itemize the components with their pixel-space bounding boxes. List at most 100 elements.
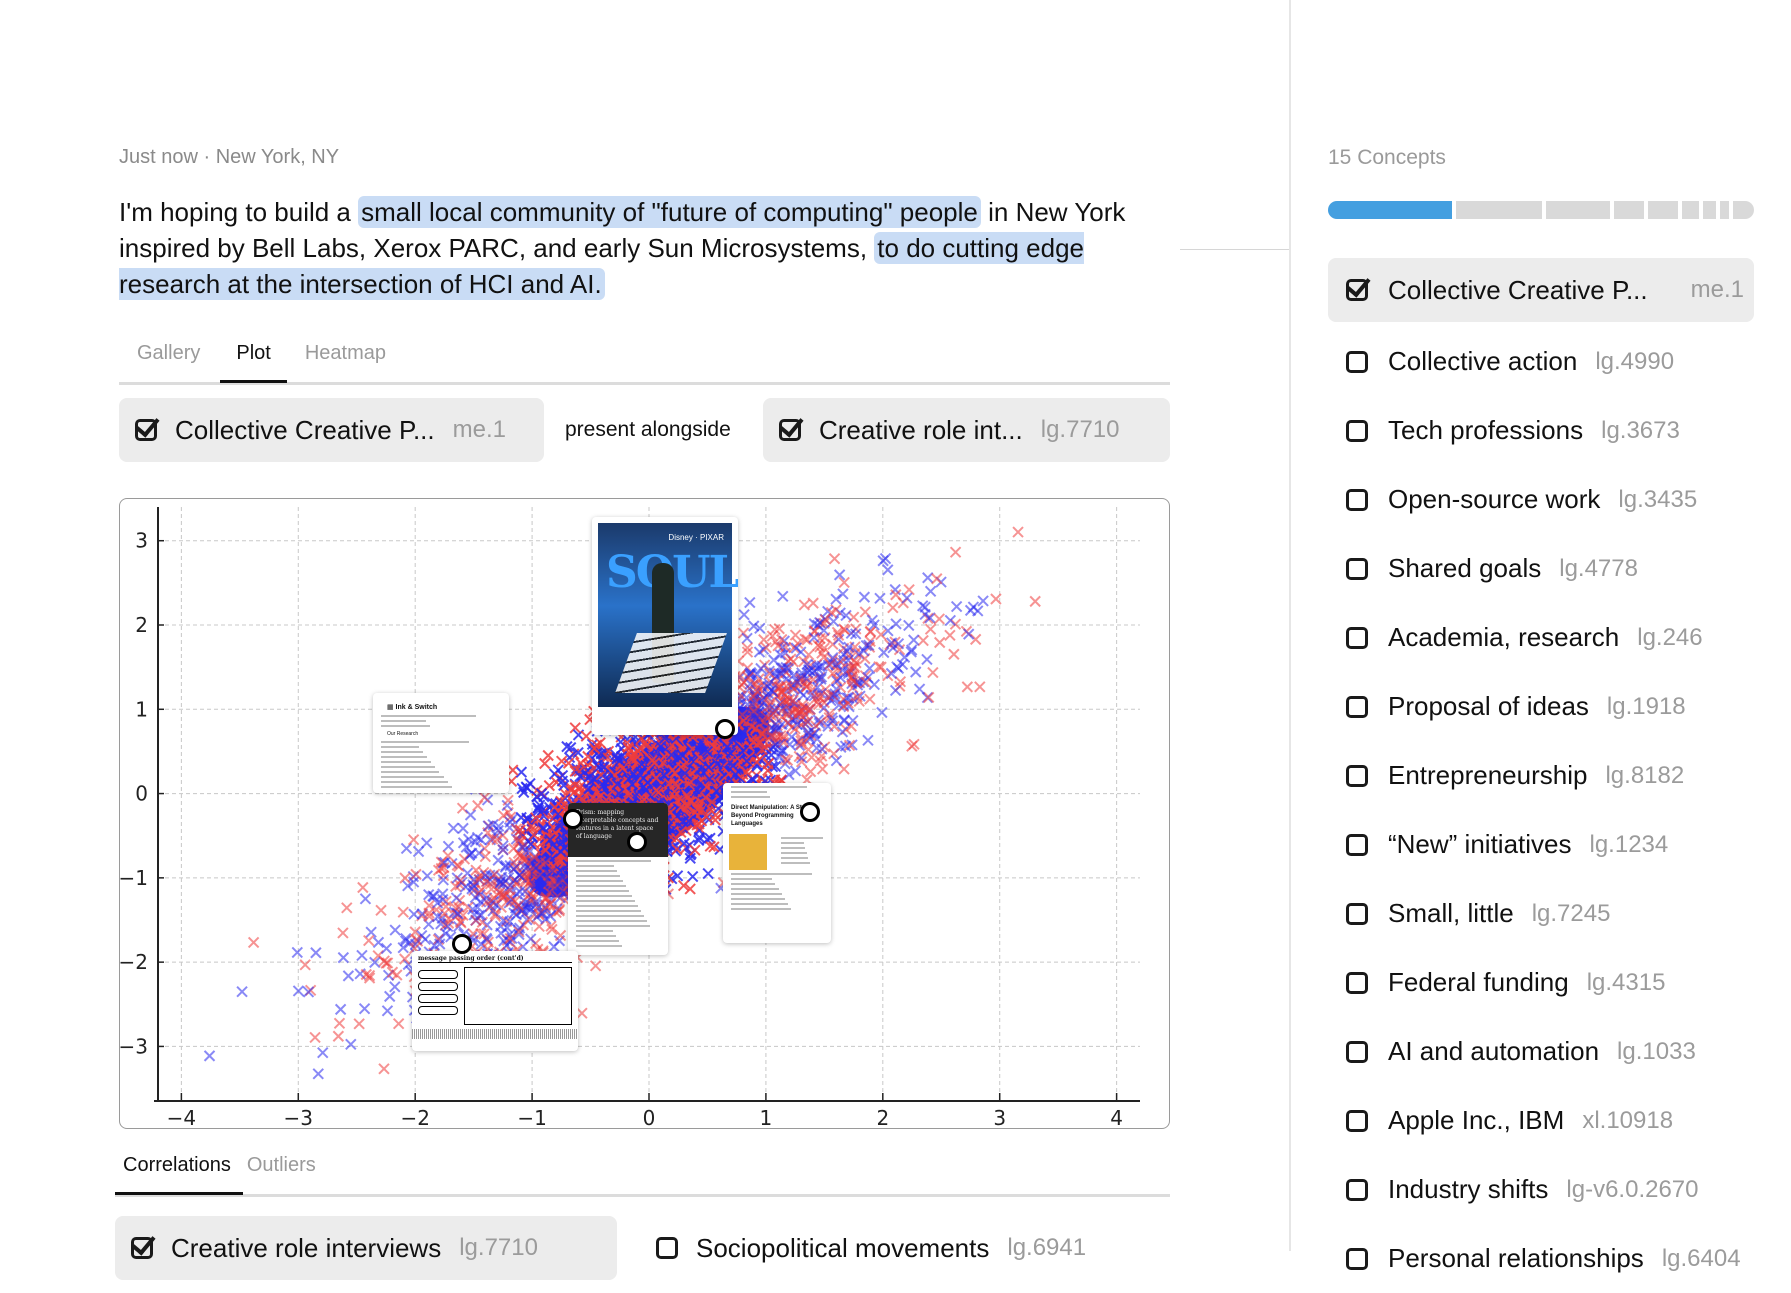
- scatter-point: [927, 666, 939, 679]
- distribution-segment[interactable]: [1682, 201, 1700, 219]
- concept-label: Collective action: [1388, 346, 1578, 376]
- anchor-pin[interactable]: [563, 808, 583, 829]
- poster-studio: Disney · PIXAR: [668, 533, 724, 542]
- scatter-point: [874, 592, 886, 604]
- soul-poster-thumbnail[interactable]: SOUL Disney · PIXAR: [592, 517, 738, 735]
- relation-label: present alongside: [565, 418, 731, 441]
- highlighted-phrase[interactable]: small local community of "future of comp…: [358, 196, 981, 228]
- checkbox-empty-icon[interactable]: [656, 1237, 678, 1259]
- checkbox-empty-icon[interactable]: [1346, 764, 1368, 787]
- concept-item[interactable]: Federal funding lg.4315: [1328, 948, 1754, 1017]
- scatter-point: [878, 646, 890, 659]
- checkbox-empty-icon[interactable]: [1346, 833, 1368, 856]
- concept-item[interactable]: Open-source work lg.3435: [1328, 465, 1754, 534]
- distribution-segment[interactable]: [1614, 201, 1645, 219]
- checkbox-empty-icon[interactable]: [1346, 971, 1368, 994]
- checkbox-checked-icon[interactable]: [135, 419, 157, 441]
- checkbox-empty-icon[interactable]: [1346, 557, 1368, 580]
- concept-item[interactable]: Shared goals lg.4778: [1328, 534, 1754, 603]
- page-section: Our Research: [387, 731, 419, 737]
- concept-item[interactable]: “New” initiatives lg.1234: [1328, 810, 1754, 879]
- scatter-point: [922, 572, 934, 584]
- scatter-point: [400, 842, 413, 855]
- distribution-segment[interactable]: [1703, 201, 1716, 219]
- scatter-point: [342, 970, 355, 982]
- scatter-point: [524, 933, 537, 945]
- distribution-segment[interactable]: [1648, 201, 1678, 219]
- tab-correlations[interactable]: Correlations: [115, 1148, 243, 1195]
- concept-code: lg.4778: [1559, 554, 1638, 582]
- comparison-left-chip[interactable]: Collective Creative P... me.1: [119, 398, 544, 462]
- tab-outliers[interactable]: Outliers: [239, 1148, 324, 1192]
- concept-item[interactable]: Personal relationships lg.6404: [1328, 1224, 1754, 1293]
- concept-label: AI and automation: [1388, 1036, 1600, 1066]
- scatter-point: [469, 891, 482, 904]
- scatter-point: [1029, 595, 1041, 608]
- tab-gallery[interactable]: Gallery: [119, 336, 218, 380]
- scatter-point: [389, 981, 401, 993]
- scatter-point: [944, 629, 956, 641]
- concept-code: lg.1033: [1617, 1037, 1696, 1065]
- result-item[interactable]: Creative role interviews lg.7710: [115, 1216, 617, 1280]
- concept-item[interactable]: Tech professions lg.3673: [1328, 396, 1754, 465]
- concept-item[interactable]: AI and automation lg.1033: [1328, 1017, 1754, 1086]
- checkbox-empty-icon[interactable]: [1346, 1178, 1368, 1201]
- scatter-point: [515, 766, 528, 778]
- hypercard-thumbnail[interactable]: message passing order (cont'd): [412, 951, 578, 1051]
- scatter-point: [882, 564, 894, 576]
- chip-label: Collective Creative P...: [175, 414, 435, 445]
- distribution-segment[interactable]: [1456, 201, 1542, 219]
- scatter-point: [337, 951, 350, 964]
- highlight-connector-line: [1180, 249, 1289, 250]
- concept-code: lg.6404: [1661, 1244, 1741, 1272]
- concept-item[interactable]: Apple Inc., IBM xl.10918: [1328, 1086, 1754, 1155]
- anchor-pin[interactable]: [714, 718, 735, 739]
- scatter-point: [885, 667, 898, 680]
- distribution-segment[interactable]: [1719, 201, 1729, 219]
- concept-label: Personal relationships: [1388, 1243, 1644, 1273]
- scatter-point: [358, 1002, 371, 1015]
- checkbox-empty-icon[interactable]: [1346, 419, 1368, 442]
- scatter-point: [910, 666, 922, 678]
- checkbox-empty-icon[interactable]: [1346, 1109, 1368, 1132]
- checkbox-empty-icon[interactable]: [1346, 695, 1368, 718]
- checkbox-empty-icon[interactable]: [1346, 626, 1368, 649]
- checkbox-checked-icon[interactable]: [1346, 279, 1368, 301]
- prism-article-thumbnail[interactable]: Prism: mapping interpretable concepts an…: [568, 803, 668, 955]
- concept-item[interactable]: Collective action lg.4990: [1328, 327, 1754, 396]
- scatter-point: [838, 715, 850, 727]
- page-title: ▦ Ink & Switch: [387, 704, 438, 711]
- anchor-pin[interactable]: [627, 831, 648, 852]
- checkbox-checked-icon[interactable]: [131, 1237, 153, 1259]
- result-tabs: Correlations Outliers: [115, 1148, 1170, 1197]
- comparison-right-chip[interactable]: Creative role int... lg.7710: [763, 398, 1170, 462]
- checkbox-empty-icon[interactable]: [1346, 488, 1368, 511]
- scatter-point: [949, 546, 962, 558]
- distribution-segment[interactable]: [1328, 201, 1453, 219]
- anchor-pin[interactable]: [800, 802, 821, 823]
- scatter-point: [341, 902, 353, 914]
- anchor-pin[interactable]: [451, 933, 472, 954]
- concept-label: Collective Creative P...: [1388, 274, 1648, 305]
- concept-item[interactable]: Proposal of ideas lg.1918: [1328, 672, 1754, 741]
- checkbox-empty-icon[interactable]: [1346, 902, 1368, 925]
- checkbox-checked-icon[interactable]: [779, 419, 801, 441]
- concept-label: Academia, research: [1388, 622, 1620, 652]
- x-tick-label: 3: [993, 1106, 1006, 1129]
- distribution-segment[interactable]: [1732, 201, 1754, 219]
- concept-item[interactable]: Entrepreneurship lg.8182: [1328, 741, 1754, 810]
- concept-code: lg-v6.0.2670: [1566, 1175, 1699, 1203]
- checkbox-empty-icon[interactable]: [1346, 350, 1368, 373]
- ink-and-switch-thumbnail[interactable]: ▦ Ink & Switch Our Research: [373, 693, 509, 793]
- concept-item[interactable]: Small, little lg.7245: [1328, 879, 1754, 948]
- distribution-segment[interactable]: [1545, 201, 1611, 219]
- tab-plot[interactable]: Plot: [220, 336, 288, 383]
- concept-item[interactable]: Academia, research lg.246: [1328, 603, 1754, 672]
- concept-item[interactable]: Collective Creative P... me.1: [1328, 258, 1754, 322]
- scatter-point: [889, 684, 902, 697]
- tab-heatmap[interactable]: Heatmap: [287, 336, 404, 380]
- checkbox-empty-icon[interactable]: [1346, 1040, 1368, 1063]
- concept-item[interactable]: Industry shifts lg-v6.0.2670: [1328, 1155, 1754, 1224]
- scatter-plot[interactable]: −4 −3 −2 −1 0 1 2 3 4 3 2 1 0 −1 −2 −3 SOUL Disney · PI…: [119, 498, 1170, 1129]
- result-item[interactable]: Sociopolitical movements lg.6941: [640, 1216, 1160, 1280]
